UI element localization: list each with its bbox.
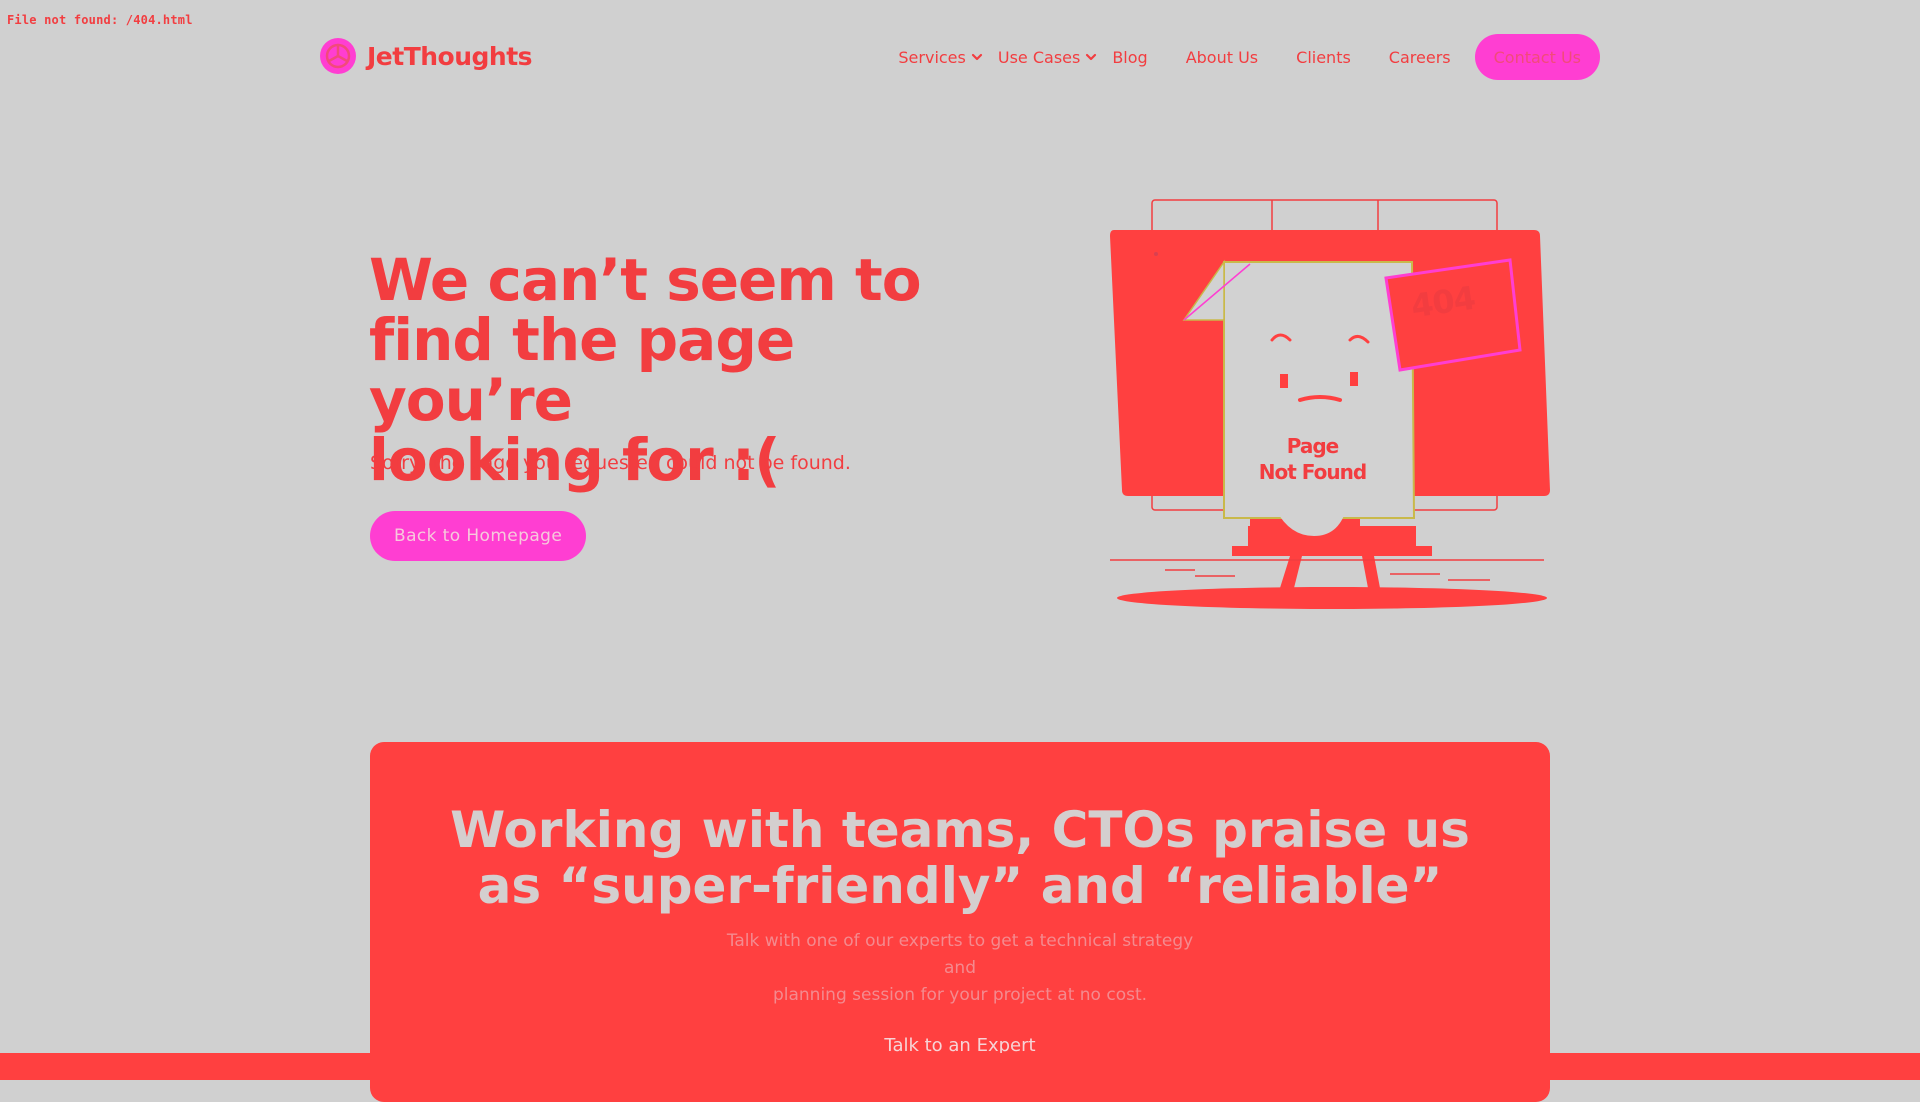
cta-description-line: Talk with one of our experts to get a te… xyxy=(726,931,1194,978)
back-to-homepage-button[interactable]: Back to Homepage xyxy=(370,511,587,561)
page-subtitle: Sorry, the page you requested could not … xyxy=(370,452,851,474)
page-not-found-line: Not Found xyxy=(1258,460,1367,484)
nav-clients[interactable]: Clients xyxy=(1296,48,1351,67)
nav-use-cases[interactable]: Use Cases xyxy=(998,48,1098,67)
main-nav: Services Use Cases Blog About Us Clients… xyxy=(898,34,1600,80)
nav-careers[interactable]: Careers xyxy=(1389,48,1451,67)
page-not-found-illustration xyxy=(1110,199,1550,609)
chevron-down-icon xyxy=(1086,53,1097,61)
footer-bar xyxy=(0,1053,1920,1080)
cta-title-line: as “super-friendly” and “reliable” xyxy=(477,857,1443,915)
page-title-line: find the page you’re xyxy=(369,306,795,434)
site-header: JetThoughts Services Use Cases Blog Abou… xyxy=(0,0,1920,115)
logo-link[interactable]: JetThoughts xyxy=(319,37,533,75)
nav-blog[interactable]: Blog xyxy=(1112,48,1147,67)
nav-services-label: Services xyxy=(898,47,966,67)
contact-us-button[interactable]: Contact Us xyxy=(1474,34,1600,80)
logo-mark-icon xyxy=(320,38,356,74)
cta-title-line: Working with teams, CTOs praise us xyxy=(450,801,1470,859)
chevron-down-icon xyxy=(971,53,982,61)
page-title-line: We can’t seem to xyxy=(369,246,922,314)
cta-description: Talk with one of our experts to get a te… xyxy=(710,928,1210,1009)
logo-text: JetThoughts xyxy=(367,41,533,71)
page-not-found-line: Page xyxy=(1286,434,1339,458)
nav-services[interactable]: Services xyxy=(898,48,983,67)
cta-description-line: planning session for your project at no … xyxy=(772,985,1148,1005)
nav-about-us[interactable]: About Us xyxy=(1186,48,1258,67)
page-not-found-label: Page Not Found xyxy=(1225,433,1400,485)
cta-section: Working with teams, CTOs praise us as “s… xyxy=(370,742,1550,1102)
cta-title: Working with teams, CTOs praise us as “s… xyxy=(370,802,1550,914)
nav-use-cases-label: Use Cases xyxy=(997,47,1081,67)
